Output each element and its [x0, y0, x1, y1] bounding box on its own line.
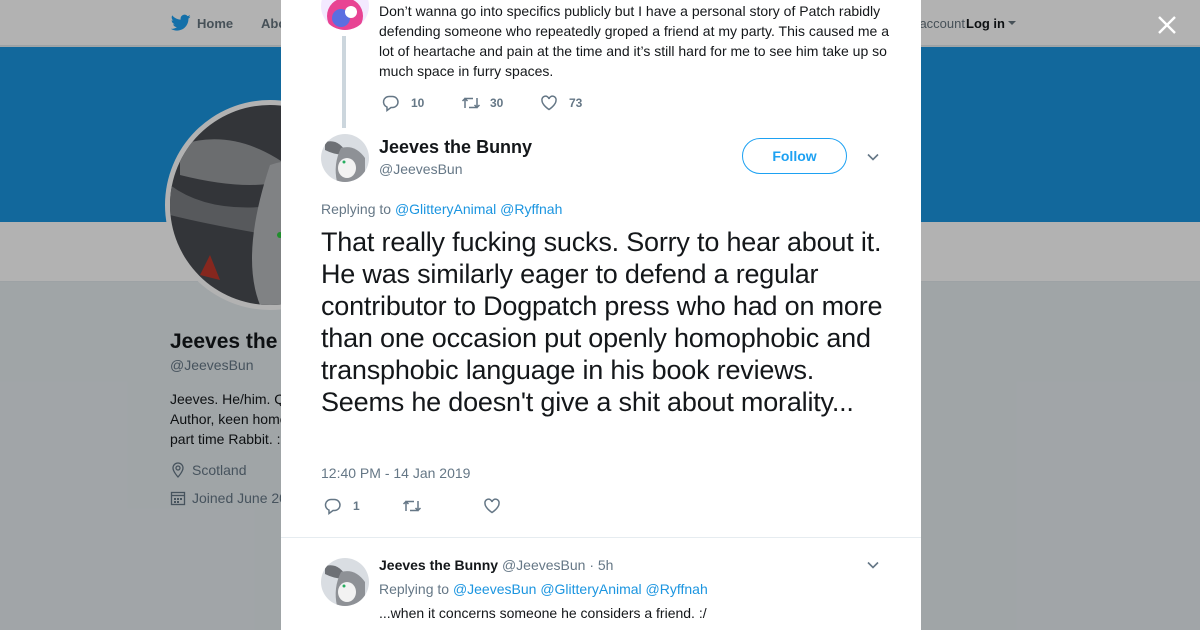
main-tweet-timestamp[interactable]: 12:40 PM - 14 Jan 2019	[321, 465, 470, 481]
chevron-down-icon[interactable]	[866, 152, 880, 162]
reply-tweet-header: Jeeves the Bunny @JeevesBun · 5h	[379, 557, 613, 573]
previous-tweet-avatar[interactable]	[321, 0, 369, 30]
like-icon	[541, 95, 557, 111]
reply-icon	[324, 498, 341, 515]
replying-prefix: Replying to	[321, 201, 392, 217]
mention-link[interactable]: @GlitteryAnimal	[395, 201, 496, 217]
chevron-down-icon[interactable]	[866, 560, 880, 570]
reply-icon	[382, 95, 399, 112]
retweet-icon	[461, 97, 481, 109]
thread-connector-line	[342, 36, 346, 128]
main-tweet-text: That really fucking sucks. Sorry to hear…	[321, 227, 883, 417]
mention-link[interactable]: @JeevesBun	[453, 581, 536, 597]
previous-like-count: 73	[569, 96, 583, 110]
reply-tweet-author-handle[interactable]: @JeevesBun	[502, 557, 585, 573]
previous-retweet-count: 30	[490, 96, 504, 110]
main-reply-count: 1	[353, 499, 360, 513]
tweet-modal: Don’t wanna go into specifics publicly b…	[281, 0, 921, 630]
main-tweet-author-name[interactable]: Jeeves the Bunny	[379, 137, 532, 158]
replying-prefix: Replying to	[379, 581, 450, 597]
mention-link[interactable]: @GlitteryAnimal	[540, 581, 641, 597]
main-tweet-author-handle[interactable]: @JeevesBun	[379, 161, 462, 177]
reply-tweet-age[interactable]: · 5h	[589, 557, 613, 573]
close-icon[interactable]	[1156, 14, 1178, 36]
main-tweet-avatar[interactable]	[321, 134, 369, 182]
previous-tweet-text: Don’t wanna go into specifics publicly b…	[379, 3, 890, 79]
previous-reply-count: 10	[411, 96, 425, 110]
reply-tweet-replying-to: Replying to @JeevesBun @GlitteryAnimal @…	[379, 581, 708, 597]
reply-tweet-author-name[interactable]: Jeeves the Bunny	[379, 557, 498, 573]
tweet-divider	[281, 537, 921, 538]
mention-link[interactable]: @Ryffnah	[646, 581, 708, 597]
retweet-icon	[402, 500, 422, 512]
reply-tweet-text: ...when it concerns someone he considers…	[379, 605, 707, 621]
like-icon	[484, 498, 500, 514]
mention-link[interactable]: @Ryffnah	[500, 201, 562, 217]
reply-tweet-avatar[interactable]	[321, 558, 369, 606]
follow-button[interactable]: Follow	[742, 138, 847, 174]
main-tweet-replying-to: Replying to @GlitteryAnimal @Ryffnah	[321, 201, 562, 217]
